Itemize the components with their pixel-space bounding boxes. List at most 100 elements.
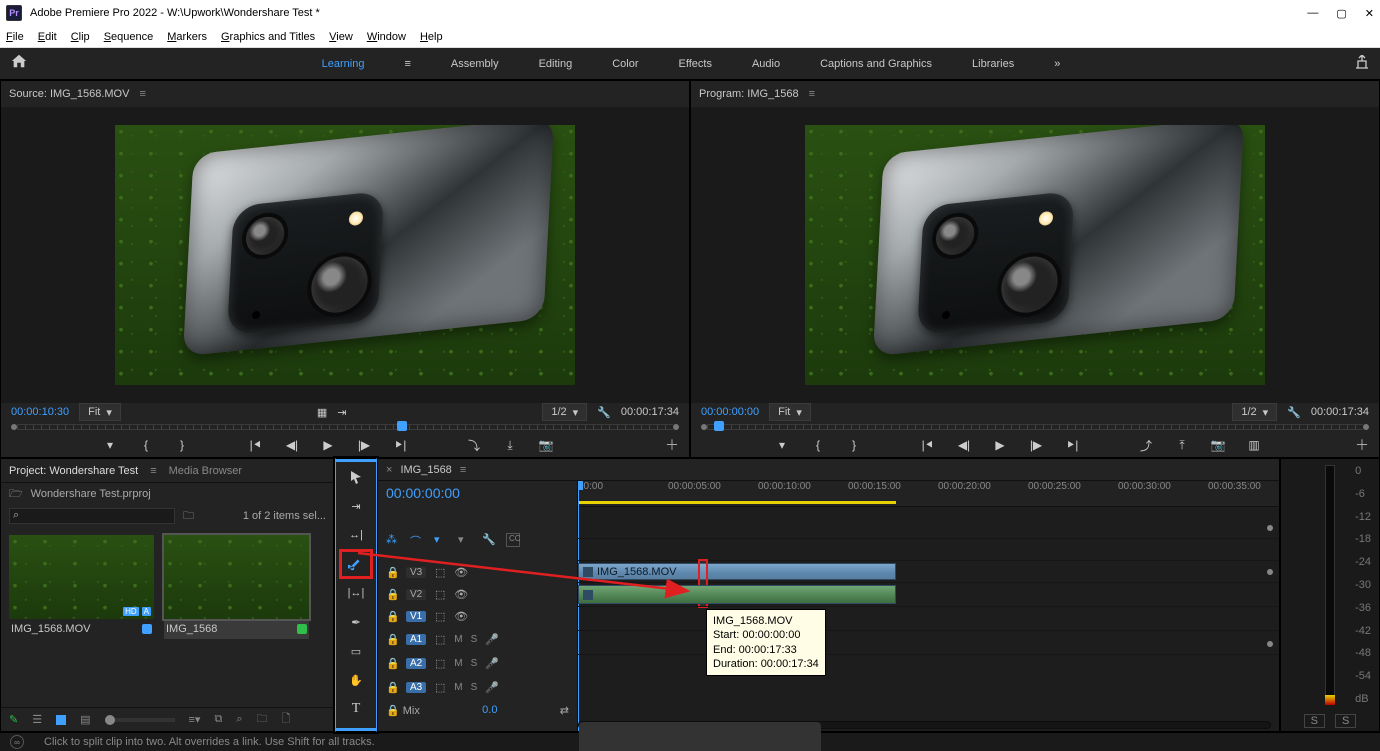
step-back-icon[interactable]: ◀| bbox=[284, 438, 300, 452]
program-scrubber[interactable] bbox=[691, 421, 1379, 433]
solo-left-button[interactable]: S bbox=[1304, 714, 1325, 728]
type-tool-icon[interactable]: T bbox=[344, 699, 368, 719]
bin-icon[interactable]: 🗁 bbox=[9, 485, 23, 504]
project-search-input[interactable] bbox=[9, 508, 175, 524]
program-settings-icon[interactable]: 🔧 bbox=[1287, 406, 1301, 419]
snap-icon[interactable]: ⁂ bbox=[386, 533, 400, 547]
linked-selection-icon[interactable]: ⌒ bbox=[410, 533, 424, 547]
play-icon[interactable]: ▶ bbox=[992, 438, 1008, 452]
workspace-overflow-icon[interactable]: » bbox=[1054, 58, 1060, 70]
mark-in-icon[interactable]: { bbox=[138, 438, 154, 452]
timeline-sequence-tab[interactable]: IMG_1568 bbox=[400, 464, 451, 476]
workspace-learning[interactable]: Learning bbox=[322, 58, 365, 70]
track-header-mix[interactable]: 🔒 Mix0.0⇄ bbox=[378, 699, 577, 721]
add-marker-timeline-icon[interactable]: ▾ bbox=[434, 533, 448, 547]
maximize-button[interactable]: ▢ bbox=[1336, 7, 1346, 20]
step-back-icon[interactable]: ◀| bbox=[956, 438, 972, 452]
project-item-clip[interactable]: HDA IMG_1568.MOV bbox=[9, 535, 154, 699]
timeline-display-settings-icon[interactable]: ▾ bbox=[458, 533, 472, 547]
workspace-editing[interactable]: Editing bbox=[539, 58, 573, 70]
toggle-compare-icon[interactable]: ⇥ bbox=[337, 406, 346, 419]
slip-tool-icon[interactable]: |↔| bbox=[344, 583, 368, 603]
source-preview[interactable] bbox=[115, 125, 575, 385]
program-current-timecode[interactable]: 00:00:00:00 bbox=[701, 406, 759, 418]
menu-graphics[interactable]: Graphics and Titles bbox=[221, 31, 315, 43]
workspace-color[interactable]: Color bbox=[612, 58, 638, 70]
export-frame-icon[interactable]: 📷 bbox=[1210, 438, 1226, 452]
comparison-view-icon[interactable]: ▥ bbox=[1246, 438, 1262, 452]
source-panel-menu-icon[interactable]: ≡ bbox=[139, 88, 145, 100]
timeline-ruler[interactable]: 00:00 00:00:05:00 00:00:10:00 00:00:15:0… bbox=[578, 481, 1279, 507]
mark-in-icon[interactable]: { bbox=[810, 438, 826, 452]
button-editor-icon[interactable]: ＋ bbox=[1355, 435, 1369, 455]
lift-icon[interactable]: ⤴ bbox=[1138, 437, 1154, 454]
extract-icon[interactable]: ⤒ bbox=[1174, 438, 1190, 453]
source-current-timecode[interactable]: 00:00:10:30 bbox=[11, 406, 69, 418]
timeline-horizontal-scrollbar[interactable] bbox=[578, 721, 1271, 729]
export-frame-icon[interactable]: 📷 bbox=[538, 438, 554, 452]
list-view-icon[interactable]: ☰ bbox=[32, 713, 42, 726]
workspace-libraries[interactable]: Libraries bbox=[972, 58, 1014, 70]
mark-out-icon[interactable]: } bbox=[174, 438, 190, 452]
ripple-edit-tool-icon[interactable]: ↔| bbox=[344, 525, 368, 545]
track-v3[interactable] bbox=[578, 517, 1279, 539]
program-zoom-fit[interactable]: Fit▾ bbox=[769, 403, 811, 421]
find-icon[interactable]: ⌕ bbox=[236, 713, 242, 726]
track-a1[interactable] bbox=[578, 583, 1279, 607]
timeline-clip-audio[interactable] bbox=[578, 585, 896, 604]
track-a3[interactable] bbox=[578, 631, 1279, 655]
solo-right-button[interactable]: S bbox=[1335, 714, 1356, 728]
creative-cloud-icon[interactable]: ∞ bbox=[10, 735, 24, 749]
label-color[interactable] bbox=[142, 624, 152, 634]
step-forward-icon[interactable]: |▶ bbox=[1028, 438, 1044, 452]
thumbnail-size-slider[interactable] bbox=[105, 718, 175, 722]
pen-tool-icon[interactable]: ✒ bbox=[344, 612, 368, 632]
go-to-in-icon[interactable]: |⯇ bbox=[248, 438, 264, 453]
add-marker-icon[interactable]: ▾ bbox=[774, 438, 790, 452]
menu-edit[interactable]: Edit bbox=[38, 31, 57, 43]
label-color[interactable] bbox=[297, 624, 307, 634]
menu-help[interactable]: Help bbox=[420, 31, 443, 43]
selection-tool-icon[interactable] bbox=[344, 467, 368, 487]
captions-track-icon[interactable]: CC bbox=[506, 533, 520, 547]
source-zoom-fit[interactable]: Fit▾ bbox=[79, 403, 121, 421]
track-v2[interactable] bbox=[578, 539, 1279, 561]
media-browser-tab[interactable]: Media Browser bbox=[169, 465, 242, 477]
go-to-out-icon[interactable]: ⯈| bbox=[1064, 438, 1080, 453]
mark-out-icon[interactable]: } bbox=[846, 438, 862, 452]
track-header-v2[interactable]: 🔒V2⬚👁 bbox=[378, 583, 577, 605]
add-marker-icon[interactable]: ▾ bbox=[102, 438, 118, 452]
menu-clip[interactable]: Clip bbox=[71, 31, 90, 43]
timeline-clip-video[interactable]: IMG_1568.MOV bbox=[578, 563, 896, 580]
go-to-in-icon[interactable]: |⯇ bbox=[920, 438, 936, 453]
go-to-out-icon[interactable]: ⯈| bbox=[392, 438, 408, 453]
toggle-multicam-icon[interactable]: ▦ bbox=[317, 406, 327, 419]
workspace-effects[interactable]: Effects bbox=[679, 58, 712, 70]
wrench-icon[interactable]: 🔧 bbox=[482, 533, 496, 547]
track-header-a3[interactable]: 🔒A3⬚MS🎤 bbox=[378, 675, 577, 699]
project-panel-menu-icon[interactable]: ≡ bbox=[150, 465, 156, 477]
menu-file[interactable]: File bbox=[6, 31, 24, 43]
icon-view-icon[interactable] bbox=[56, 715, 66, 725]
new-bin-icon[interactable]: 🗀 bbox=[256, 710, 267, 729]
source-scrubber[interactable] bbox=[1, 421, 689, 433]
program-preview[interactable] bbox=[805, 125, 1265, 385]
timeline-playhead-timecode[interactable]: 00:00:00:00 bbox=[386, 485, 569, 501]
source-settings-icon[interactable]: 🔧 bbox=[597, 406, 611, 419]
source-tab[interactable]: Source: IMG_1568.MOV bbox=[9, 88, 129, 100]
source-playback-quality[interactable]: 1/2▾ bbox=[542, 403, 587, 421]
overwrite-icon[interactable]: ⤓ bbox=[502, 438, 518, 453]
hand-tool-icon[interactable]: ✋ bbox=[344, 670, 368, 690]
project-tab[interactable]: Project: Wondershare Test bbox=[9, 465, 138, 477]
new-item-icon[interactable]: 🗋 bbox=[281, 710, 290, 729]
timeline-tracks-area[interactable]: 00:00 00:00:05:00 00:00:10:00 00:00:15:0… bbox=[578, 481, 1279, 731]
project-item-sequence[interactable]: IMG_1568 bbox=[164, 535, 309, 699]
freeform-view-icon[interactable]: ▤ bbox=[80, 713, 90, 726]
write-mode-icon[interactable]: ✎ bbox=[9, 713, 18, 726]
track-header-a1[interactable]: 🔒A1⬚MS🎤 bbox=[378, 627, 577, 651]
workspace-captions[interactable]: Captions and Graphics bbox=[820, 58, 932, 70]
track-header-v3[interactable]: 🔒V3⬚👁 bbox=[378, 561, 577, 583]
home-icon[interactable] bbox=[10, 53, 28, 74]
sort-icon[interactable]: ≡▾ bbox=[189, 713, 201, 726]
menu-markers[interactable]: Markers bbox=[167, 31, 207, 43]
